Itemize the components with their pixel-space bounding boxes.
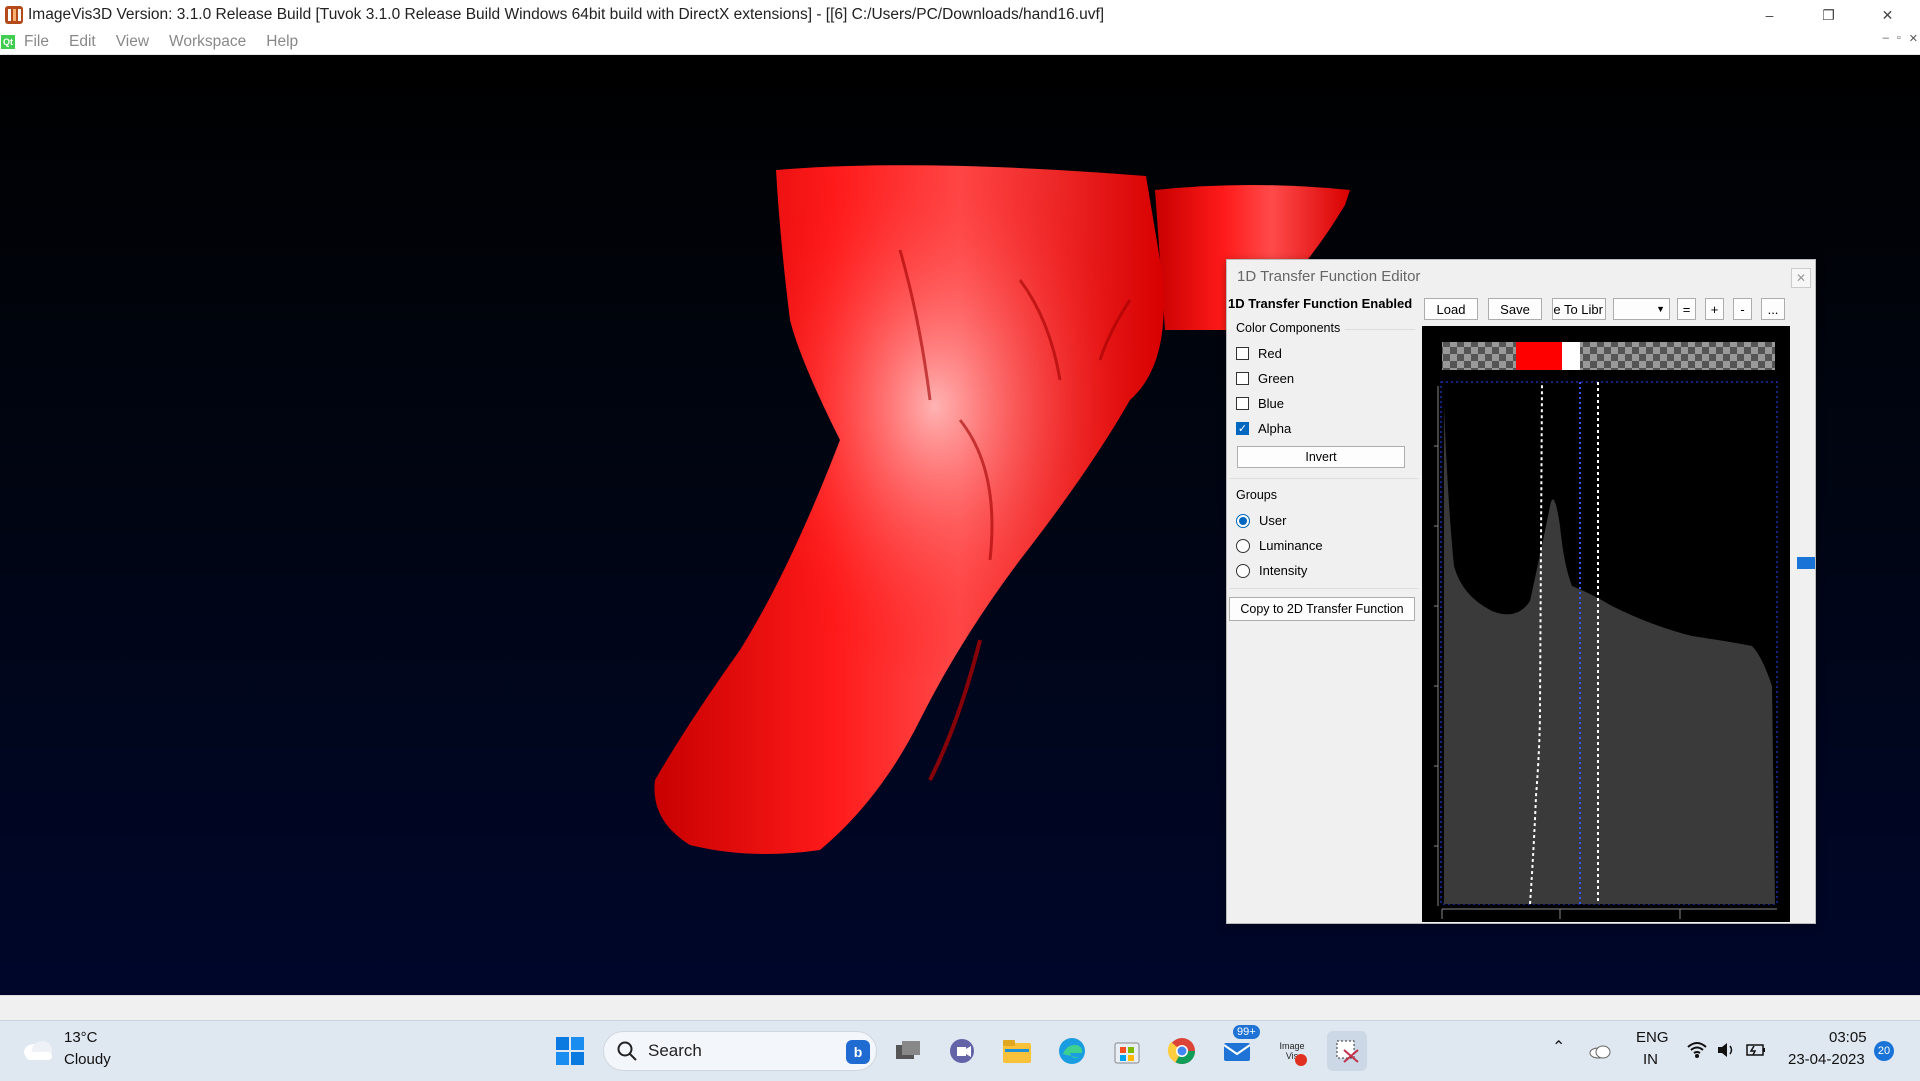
red-label: Red bbox=[1258, 346, 1282, 361]
alpha-label: Alpha bbox=[1258, 421, 1292, 436]
volume-icon[interactable] bbox=[1716, 1041, 1736, 1059]
green-checkbox[interactable] bbox=[1236, 372, 1249, 385]
teams-icon[interactable] bbox=[942, 1031, 982, 1071]
green-checkbox-row[interactable]: Green bbox=[1236, 371, 1294, 386]
library-dropdown[interactable]: ▼ bbox=[1613, 298, 1670, 320]
y-axis-ticks bbox=[1434, 386, 1439, 906]
snipping-tool-icon[interactable] bbox=[1327, 1031, 1367, 1071]
mail-badge: 99+ bbox=[1233, 1025, 1260, 1039]
window-title: ImageVis3D Version: 3.1.0 Release Build … bbox=[28, 6, 1105, 23]
qt-logo: Qt bbox=[1, 35, 15, 49]
mdi-controls: – ▫ ✕ bbox=[1883, 32, 1918, 45]
intensity-label: Intensity bbox=[1259, 563, 1308, 578]
blue-checkbox[interactable] bbox=[1236, 397, 1249, 410]
menu-bar: Qt File Edit View Workspace Help – ▫ ✕ bbox=[0, 30, 1920, 55]
color-white-band bbox=[1562, 342, 1580, 370]
intensity-radio[interactable] bbox=[1236, 563, 1250, 578]
notification-badge[interactable]: 20 bbox=[1874, 1041, 1894, 1061]
divider bbox=[1345, 329, 1415, 330]
taskbar: 13°C Cloudy Search b 99+ Image Vis ⌃ ENG… bbox=[0, 1020, 1920, 1081]
status-bar bbox=[0, 995, 1920, 1021]
tf-vertical-scrollbar[interactable] bbox=[1797, 326, 1811, 922]
restore-button[interactable]: ❐ bbox=[1801, 0, 1856, 30]
user-radio-row[interactable]: User bbox=[1236, 513, 1286, 528]
blue-label: Blue bbox=[1258, 396, 1285, 411]
menu-edit[interactable]: Edit bbox=[69, 33, 96, 51]
user-label: User bbox=[1259, 513, 1287, 528]
imagevis3d-app-icon bbox=[5, 6, 23, 24]
title-bar: ImageVis3D Version: 3.1.0 Release Build … bbox=[0, 0, 1920, 30]
tf-histogram-plot bbox=[1434, 342, 1778, 919]
color-components-title: Color Components bbox=[1236, 321, 1341, 335]
menu-file[interactable]: File bbox=[24, 33, 49, 51]
chevron-down-icon: ▼ bbox=[1656, 304, 1665, 314]
clock-time[interactable]: 03:05 bbox=[1829, 1029, 1867, 1046]
more-options-button[interactable]: ... bbox=[1761, 298, 1785, 320]
red-checkbox[interactable] bbox=[1236, 347, 1249, 360]
mail-icon[interactable]: 99+ bbox=[1217, 1025, 1260, 1071]
zoom-out-button[interactable]: - bbox=[1733, 298, 1752, 320]
tf-scrollbar-thumb[interactable] bbox=[1797, 557, 1815, 569]
histogram bbox=[1444, 406, 1775, 904]
close-button[interactable]: ✕ bbox=[1860, 0, 1915, 30]
minimize-button[interactable]: – bbox=[1742, 0, 1797, 30]
x-axis-ticks bbox=[1441, 908, 1777, 919]
wifi-icon[interactable] bbox=[1686, 1041, 1708, 1059]
transfer-function-canvas[interactable] bbox=[1422, 326, 1790, 922]
menu-workspace[interactable]: Workspace bbox=[169, 33, 246, 51]
menu-help[interactable]: Help bbox=[266, 33, 298, 51]
chevron-up-icon[interactable]: ⌃ bbox=[1552, 1037, 1565, 1057]
alpha-checkbox-row[interactable]: ✓ Alpha bbox=[1236, 421, 1291, 436]
cloudy-weather-icon bbox=[24, 1041, 52, 1060]
groups-title: Groups bbox=[1236, 488, 1277, 502]
edge-icon[interactable] bbox=[1052, 1031, 1092, 1071]
luminance-radio[interactable] bbox=[1236, 538, 1250, 553]
color-red-band bbox=[1516, 342, 1562, 370]
menu-view[interactable]: View bbox=[116, 33, 149, 51]
green-label: Green bbox=[1258, 371, 1295, 386]
save-to-library-button[interactable]: e To Libr bbox=[1552, 298, 1606, 320]
battery-icon[interactable] bbox=[1745, 1041, 1767, 1059]
tf-editor-close-button[interactable]: ✕ bbox=[1791, 268, 1811, 288]
file-explorer-icon[interactable] bbox=[997, 1031, 1037, 1071]
save-button[interactable]: Save bbox=[1488, 298, 1542, 320]
mdi-close-button[interactable]: ✕ bbox=[1909, 32, 1918, 45]
tf-enabled-toggle[interactable]: 1D Transfer Function Enabled bbox=[1228, 296, 1412, 311]
red-checkbox-row[interactable]: Red bbox=[1236, 346, 1282, 361]
luminance-label: Luminance bbox=[1259, 538, 1323, 553]
equal-button[interactable]: = bbox=[1677, 298, 1696, 320]
onedrive-icon[interactable] bbox=[1588, 1043, 1612, 1059]
divider bbox=[1230, 588, 1418, 589]
invert-button[interactable]: Invert bbox=[1237, 446, 1405, 468]
language-code[interactable]: ENG bbox=[1636, 1029, 1669, 1046]
color-preview-bar bbox=[1442, 342, 1775, 370]
divider bbox=[1230, 478, 1418, 479]
weather-temp: 13°C bbox=[64, 1029, 98, 1046]
search-icon bbox=[617, 1041, 637, 1061]
search-placeholder: Search bbox=[648, 1041, 702, 1060]
store-icon[interactable] bbox=[1107, 1031, 1147, 1071]
luminance-radio-row[interactable]: Luminance bbox=[1236, 538, 1323, 553]
tf-editor-title: 1D Transfer Function Editor bbox=[1237, 268, 1421, 285]
blue-checkbox-row[interactable]: Blue bbox=[1236, 396, 1284, 411]
windows-start-icon[interactable] bbox=[550, 1031, 590, 1071]
imagevis3d-icon[interactable]: Image Vis bbox=[1272, 1031, 1312, 1071]
alpha-checkbox[interactable]: ✓ bbox=[1236, 422, 1249, 435]
copy-to-2d-tf-button[interactable]: Copy to 2D Transfer Function bbox=[1229, 597, 1415, 621]
mdi-minimize-button[interactable]: – bbox=[1883, 32, 1889, 45]
region-code[interactable]: IN bbox=[1643, 1051, 1658, 1068]
intensity-radio-row[interactable]: Intensity bbox=[1236, 563, 1307, 578]
taskbar-search-box[interactable]: Search b bbox=[603, 1031, 877, 1071]
mdi-restore-button[interactable]: ▫ bbox=[1897, 32, 1901, 45]
transfer-function-editor: 1D Transfer Function Editor ✕ 1D Transfe… bbox=[1226, 259, 1816, 924]
user-radio[interactable] bbox=[1236, 513, 1250, 528]
task-view-icon[interactable] bbox=[888, 1031, 928, 1071]
zoom-in-button[interactable]: + bbox=[1705, 298, 1724, 320]
weather-condition: Cloudy bbox=[64, 1051, 111, 1068]
clock-date[interactable]: 23-04-2023 bbox=[1788, 1051, 1865, 1068]
chrome-icon[interactable] bbox=[1162, 1031, 1202, 1071]
bing-icon[interactable]: b bbox=[846, 1040, 870, 1064]
load-button[interactable]: Load bbox=[1424, 298, 1478, 320]
